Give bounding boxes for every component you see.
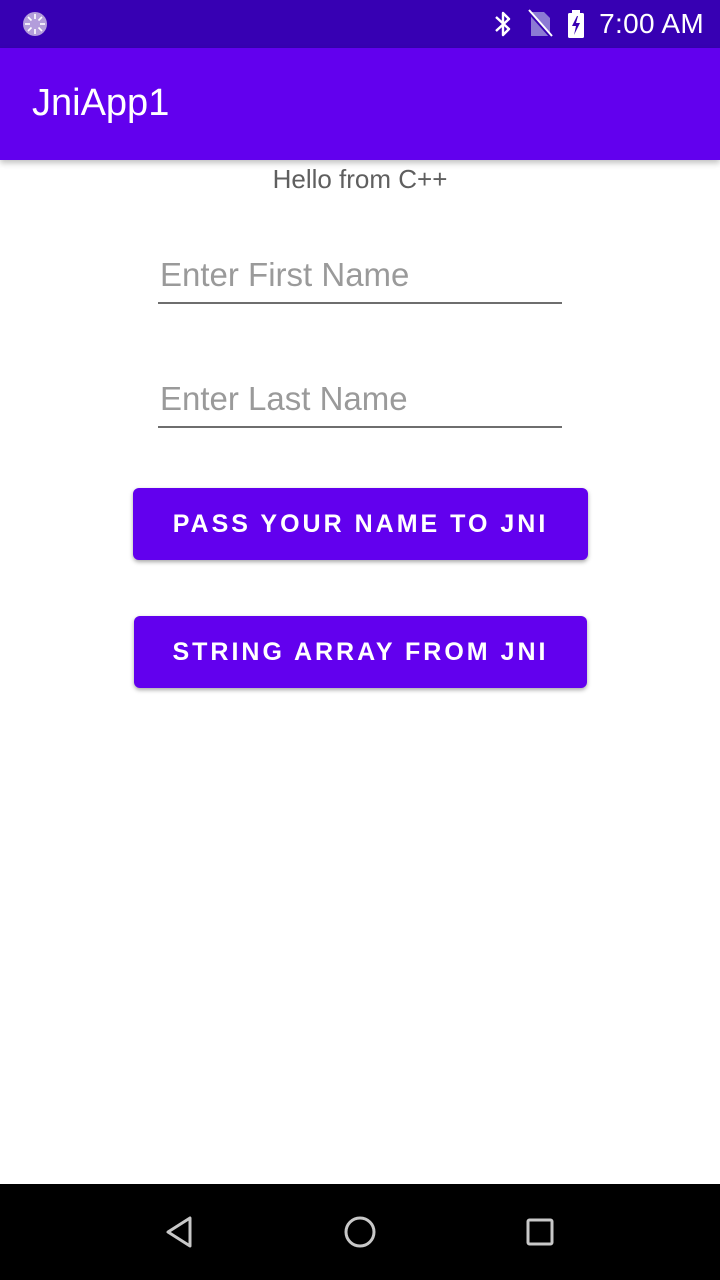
home-icon[interactable] [340, 1212, 380, 1252]
app-title: JniApp1 [32, 82, 170, 124]
recents-icon[interactable] [520, 1212, 560, 1252]
loading-icon [23, 12, 47, 36]
navigation-bar [0, 1184, 720, 1280]
hello-text: Hello from C++ [272, 164, 448, 194]
status-time: 7:00 AM [599, 8, 704, 39]
back-icon[interactable] [160, 1212, 200, 1252]
string-array-button[interactable]: STRING ARRAY FROM JNI [134, 616, 587, 688]
battery-charging-icon [568, 10, 585, 38]
bluetooth-icon [495, 11, 511, 37]
last-name-input[interactable] [158, 372, 562, 428]
status-bar: 7:00 AM [0, 0, 720, 48]
app-bar: JniApp1 [0, 48, 720, 160]
first-name-input[interactable] [158, 248, 562, 304]
no-sim-icon [527, 9, 554, 39]
main-content: Hello from C++ PASS YOUR NAME TO JNI STR… [0, 160, 720, 1184]
pass-name-button[interactable]: PASS YOUR NAME TO JNI [133, 488, 588, 560]
status-icons: 7:00 AM [493, 0, 704, 48]
